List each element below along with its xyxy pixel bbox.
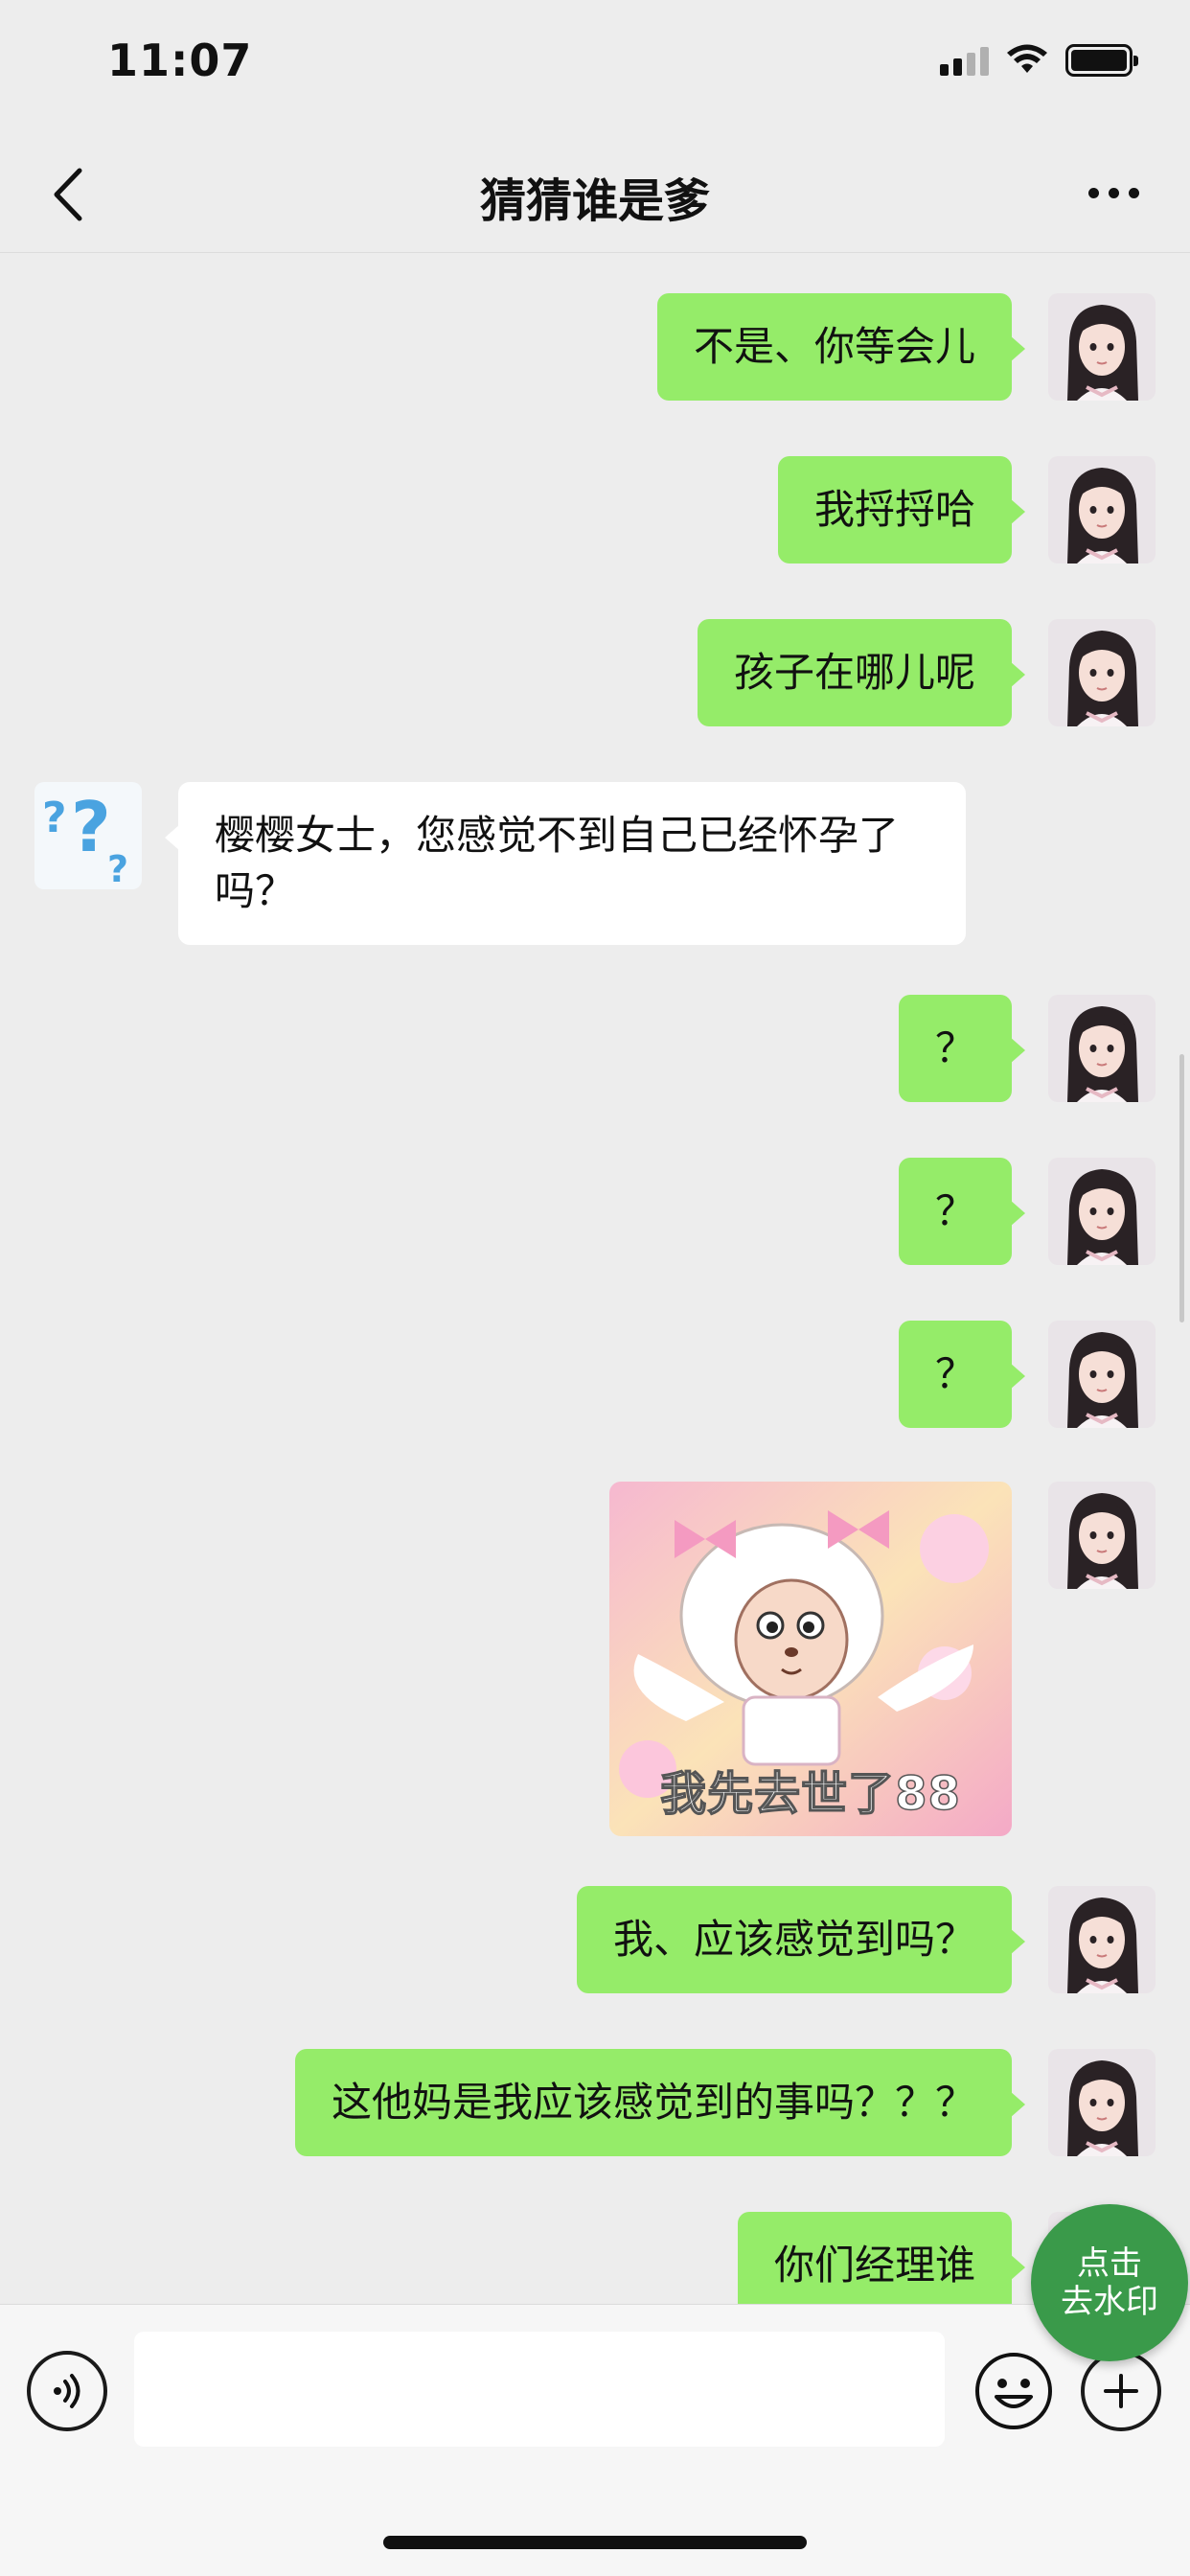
message-input[interactable] bbox=[134, 2332, 945, 2447]
more-options-button[interactable] bbox=[1075, 169, 1152, 217]
my-message-bubble[interactable]: 这他妈是我应该感觉到的事吗？？？ bbox=[294, 2049, 1026, 2156]
my-message-bubble[interactable]: 孩子在哪儿呢 bbox=[697, 619, 1026, 726]
my-avatar[interactable] bbox=[1048, 1482, 1156, 1589]
remove-watermark-button[interactable]: 点击 去水印 bbox=[1031, 2204, 1188, 2361]
contact-avatar[interactable]: ? ? ? bbox=[34, 782, 142, 889]
my-avatar[interactable] bbox=[1048, 1321, 1156, 1428]
my-message-bubble[interactable]: ？ bbox=[898, 1158, 1026, 1265]
more-dot-icon bbox=[1108, 187, 1119, 198]
my-avatar[interactable] bbox=[1048, 619, 1156, 726]
status-bar: 11:07 bbox=[0, 0, 1190, 134]
cellular-signal-icon bbox=[940, 45, 989, 76]
chat-title: 猜猜谁是爹 bbox=[479, 174, 710, 228]
my-message-bubble[interactable]: ？ bbox=[898, 1321, 1026, 1428]
svg-text:?: ? bbox=[42, 794, 67, 842]
my-avatar[interactable] bbox=[1048, 1158, 1156, 1265]
my-avatar[interactable] bbox=[1048, 2049, 1156, 2156]
svg-text:?: ? bbox=[71, 787, 111, 867]
my-message-bubble[interactable]: 不是、你等会儿 bbox=[656, 293, 1026, 401]
plus-icon bbox=[1104, 2374, 1138, 2408]
svg-text:?: ? bbox=[107, 848, 128, 889]
my-avatar[interactable] bbox=[1048, 293, 1156, 401]
plus-button[interactable] bbox=[1081, 2351, 1161, 2431]
status-time: 11:07 bbox=[107, 34, 253, 86]
my-message-bubble[interactable]: 我捋捋哈 bbox=[777, 456, 1026, 564]
wifi-icon bbox=[1007, 44, 1047, 73]
sticker-message[interactable]: 我先去世了88 bbox=[609, 1482, 1012, 1836]
home-indicator bbox=[383, 2536, 807, 2549]
my-message-bubble[interactable]: ？ bbox=[898, 995, 1026, 1102]
emoji-button[interactable] bbox=[973, 2351, 1054, 2431]
chat-header: 猜猜谁是爹 bbox=[0, 134, 1190, 253]
my-message-bubble[interactable]: 你们经理谁 bbox=[737, 2212, 1026, 2304]
more-dot-icon bbox=[1128, 187, 1139, 198]
remove-watermark-line2: 去水印 bbox=[1061, 2283, 1158, 2321]
status-icons bbox=[940, 44, 1138, 77]
my-avatar[interactable] bbox=[1048, 1886, 1156, 1993]
my-avatar[interactable] bbox=[1048, 995, 1156, 1102]
voice-input-button[interactable] bbox=[27, 2351, 107, 2431]
remove-watermark-line1: 点击 bbox=[1077, 2244, 1142, 2283]
my-avatar[interactable] bbox=[1048, 456, 1156, 564]
voice-icon bbox=[54, 2374, 80, 2408]
battery-icon bbox=[1065, 44, 1138, 77]
message-list[interactable]: 不是、你等会儿 我捋捋哈 孩子在哪儿呢 ? ? ? 樱樱女士，您感觉不到自己已经… bbox=[0, 253, 1190, 2304]
my-message-bubble[interactable]: 我、应该感觉到吗？ bbox=[576, 1886, 1026, 1993]
more-dot-icon bbox=[1087, 187, 1099, 198]
scroll-indicator[interactable] bbox=[1179, 1054, 1184, 1322]
sticker-caption: 我先去世了88 bbox=[659, 1766, 961, 1822]
contact-message-bubble[interactable]: 樱樱女士，您感觉不到自己已经怀孕了吗？ bbox=[165, 782, 966, 945]
